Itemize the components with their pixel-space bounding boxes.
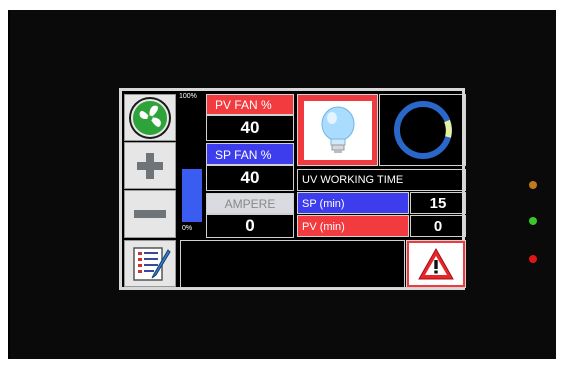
sp-fan-label: SP FAN % [215,148,272,162]
uv-title-box: UV WORKING TIME [297,169,466,191]
status-led-orange [529,181,537,189]
photo-frame: 100% 0% PV FAN % 40 SP FAN % 40 AMPERE 0 [0,0,562,365]
sp-min-value-box[interactable]: 15 [410,192,466,214]
pv-fan-header: PV FAN % [206,94,294,115]
ampere-header: AMPERE [206,193,294,214]
sp-min-header: SP (min) [297,192,409,214]
alarm-button[interactable] [406,240,466,288]
uv-lamp-button[interactable] [297,94,378,166]
pv-min-value-box: 0 [410,215,466,237]
document-pen-icon [133,246,171,281]
warning-icon [418,247,454,280]
pv-fan-label: PV FAN % [215,98,272,112]
sp-min-value: 15 [429,194,447,212]
ampere-label: AMPERE [224,196,276,211]
ampere-value: 0 [245,216,255,235]
status-led-green [529,217,537,225]
sp-fan-value: 40 [240,168,260,187]
uv-lamp-icon-bg [303,100,372,160]
fan-level-fill [182,169,202,222]
sp-fan-value-box[interactable]: 40 [206,165,294,191]
bar-max-label: 100% [179,93,197,100]
fan-icon [129,96,171,139]
plus-icon [137,152,163,179]
plus-button[interactable] [124,142,176,189]
sp-fan-header: SP FAN % [206,143,294,165]
border-top [0,0,562,10]
fan-level-bar [182,104,202,222]
fan-button[interactable] [124,94,176,141]
alarm-icon-bg [409,243,463,285]
report-button[interactable] [124,240,176,287]
minus-icon [134,210,166,218]
bulb-icon [321,106,354,153]
bar-min-label: 0% [182,225,193,232]
ampere-value-box: 0 [206,214,294,238]
pv-min-label: PV (min) [302,221,345,233]
border-bottom [0,359,562,365]
pv-fan-value: 40 [240,118,260,137]
status-ring-box [379,94,466,166]
pv-fan-value-box: 40 [206,115,294,141]
uv-working-time-title: UV WORKING TIME [302,174,404,186]
pv-min-header: PV (min) [297,215,409,237]
minus-button[interactable] [124,190,176,238]
status-led-red [529,255,537,263]
message-area [180,240,405,288]
pv-min-value: 0 [433,217,443,235]
ring-icon [393,101,452,159]
hmi-screen: 100% 0% PV FAN % 40 SP FAN % 40 AMPERE 0 [119,88,466,290]
border-right [556,0,562,365]
sp-min-label: SP (min) [302,198,345,210]
border-left [0,0,8,365]
